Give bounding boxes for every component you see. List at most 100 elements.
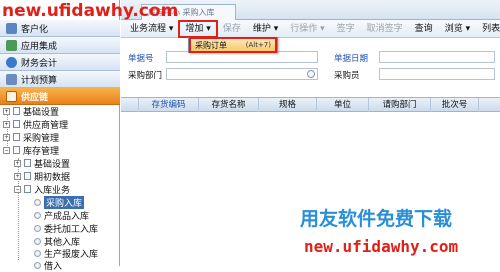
buyer-label: 采购员 bbox=[334, 71, 360, 81]
doc-date-field[interactable] bbox=[379, 51, 495, 63]
leaf-node-icon bbox=[34, 211, 41, 219]
nav-header-supply-chain[interactable]: 供应链 bbox=[0, 88, 120, 105]
tree-item-outsource-inbound[interactable]: 委托加工入库 bbox=[34, 222, 99, 235]
tree-item-label: 基础设置 bbox=[23, 107, 60, 118]
leaf-node-icon bbox=[34, 261, 41, 269]
tree-item-purchase-mgmt[interactable]: + 采购管理 bbox=[3, 131, 60, 144]
folder-icon bbox=[13, 146, 20, 154]
filler-header bbox=[479, 98, 500, 112]
leaf-node-icon bbox=[34, 249, 41, 257]
list-display-button[interactable]: 列表显示 bbox=[477, 22, 500, 36]
column-header[interactable]: 存货名称 bbox=[199, 98, 259, 112]
collapse-icon[interactable]: − bbox=[14, 185, 21, 193]
column-header[interactable]: 规格 bbox=[259, 98, 317, 112]
button-label: 行操作 bbox=[290, 23, 318, 34]
tree-item-production-return[interactable]: 生产报废入库 bbox=[34, 247, 98, 260]
button-label: 增加 bbox=[185, 23, 204, 34]
document-header-form: 单据号 单据日期 采购部门 采购员 bbox=[121, 39, 500, 89]
browse-button[interactable]: 浏览 ▾ bbox=[440, 22, 475, 36]
save-button[interactable]: 保存 bbox=[218, 22, 246, 36]
nav-header-customer[interactable]: 客户化 bbox=[0, 20, 120, 37]
tree-item-label: 借入 bbox=[44, 261, 63, 272]
leaf-node-icon bbox=[34, 237, 41, 245]
expand-icon[interactable]: + bbox=[14, 172, 21, 180]
leaf-node-icon bbox=[34, 224, 41, 232]
tree-item-borrow-in[interactable]: 借入 bbox=[34, 259, 63, 272]
tree-item-basic-settings[interactable]: + 基础设置 bbox=[3, 105, 60, 118]
tree-item-stock-basic-settings[interactable]: + 基础设置 bbox=[14, 157, 71, 170]
expand-icon[interactable]: + bbox=[3, 120, 10, 128]
add-dropdown-menu: 采购订单 (Alt+7) bbox=[188, 37, 278, 53]
nav-header-budget[interactable]: 计划预算 bbox=[0, 71, 120, 88]
tree-item-supplier-mgmt[interactable]: + 供应商管理 bbox=[3, 118, 69, 131]
tree-item-label: 供应商管理 bbox=[23, 120, 69, 131]
watermark-bottom-url: new.ufidawhy.com bbox=[304, 237, 459, 256]
purchase-dept-label: 采购部门 bbox=[128, 71, 163, 81]
buyer-field[interactable] bbox=[379, 68, 495, 80]
tree-item-label: 基础设置 bbox=[34, 159, 71, 170]
menu-item-label: 采购订单 bbox=[195, 40, 227, 50]
menu-item-shortcut: (Alt+7) bbox=[245, 41, 271, 49]
button-label: 浏览 bbox=[444, 23, 463, 34]
column-header[interactable]: 请购部门 bbox=[369, 98, 431, 112]
cancel-sign-button[interactable]: 取消签字 bbox=[362, 22, 408, 36]
watermark-slogan: 用友软件免费下载 bbox=[300, 208, 453, 230]
lookup-icon[interactable] bbox=[307, 70, 315, 78]
maintain-button[interactable]: 维护 ▾ bbox=[248, 22, 283, 36]
nav-header-label: 客户化 bbox=[21, 24, 49, 35]
tree-item-label: 产成品入库 bbox=[44, 211, 90, 222]
tree-item-product-inbound[interactable]: 产成品入库 bbox=[34, 209, 90, 222]
expand-icon[interactable]: + bbox=[3, 107, 10, 115]
expand-icon[interactable]: + bbox=[14, 159, 21, 167]
navigation-panel: 客户化 应用集成 财务会计 计划预算 供应链 + 基础设置 + 供应商管理 + … bbox=[0, 0, 120, 272]
nav-header-label: 应用集成 bbox=[21, 41, 58, 52]
tree-item-purchase-inbound[interactable]: 采购入库 bbox=[34, 195, 85, 209]
nav-header-finance[interactable]: 财务会计 bbox=[0, 54, 120, 71]
collapse-icon[interactable]: − bbox=[3, 146, 10, 154]
tree-item-label: 采购入库 bbox=[44, 195, 85, 209]
grid-header: 存货编码 存货名称 规格 单位 请购部门 批次号 bbox=[121, 98, 500, 112]
doc-no-label: 单据号 bbox=[128, 54, 154, 64]
folder-icon bbox=[24, 172, 31, 180]
doc-date-label: 单据日期 bbox=[334, 54, 369, 64]
folder-icon bbox=[13, 120, 20, 128]
business-flow-button[interactable]: 业务流程 ▾ bbox=[125, 22, 178, 36]
column-header[interactable]: 单位 bbox=[317, 98, 369, 112]
nav-header-label: 财务会计 bbox=[21, 58, 58, 69]
tree-item-label: 采购管理 bbox=[23, 133, 60, 144]
tree-item-label: 入库业务 bbox=[34, 185, 71, 196]
folder-icon bbox=[24, 185, 31, 193]
folder-icon bbox=[13, 133, 20, 141]
purchase-dept-field[interactable] bbox=[166, 68, 318, 80]
add-button[interactable]: 增加 ▾ bbox=[178, 19, 218, 38]
supply-chain-icon bbox=[6, 90, 17, 102]
query-button[interactable]: 查询 bbox=[410, 22, 438, 36]
column-header[interactable]: 批次号 bbox=[431, 98, 479, 112]
row-number-header bbox=[121, 98, 139, 112]
tree-item-initial-data[interactable]: + 期初数据 bbox=[14, 170, 71, 183]
nav-header-integration[interactable]: 应用集成 bbox=[0, 37, 120, 54]
folder-icon bbox=[13, 107, 20, 115]
sign-button[interactable]: 签字 bbox=[332, 22, 360, 36]
tree-item-label: 期初数据 bbox=[34, 172, 71, 183]
menu-item-purchase-order[interactable]: 采购订单 (Alt+7) bbox=[189, 37, 277, 53]
expand-icon[interactable]: + bbox=[3, 133, 10, 141]
integration-icon bbox=[6, 39, 17, 51]
finance-icon bbox=[6, 56, 17, 68]
watermark-top-url: new.ufidawhy.com bbox=[2, 1, 179, 21]
tree-item-label: 库存管理 bbox=[23, 146, 60, 157]
nav-header-label: 计划预算 bbox=[21, 75, 58, 86]
tree-item-label: 委托加工入库 bbox=[44, 224, 99, 235]
tree-item-stock-mgmt[interactable]: − 库存管理 bbox=[3, 144, 60, 157]
line-operation-button[interactable]: 行操作 ▾ bbox=[285, 22, 329, 36]
tree-item-other-inbound[interactable]: 其他入库 bbox=[34, 235, 80, 248]
nav-header-label: 供应链 bbox=[21, 92, 49, 103]
column-header[interactable]: 存货编码 bbox=[139, 98, 199, 112]
tree-item-inbound-business[interactable]: − 入库业务 bbox=[14, 183, 71, 196]
folder-icon bbox=[24, 159, 31, 167]
budget-icon bbox=[6, 73, 17, 85]
customer-icon bbox=[6, 22, 17, 34]
button-label: 业务流程 bbox=[130, 23, 167, 34]
button-label: 维护 bbox=[252, 23, 271, 34]
main-toolbar: 业务流程 ▾ 增加 ▾ 保存 维护 ▾ 行操作 ▾ 签字 取消签字 查询 浏览 … bbox=[121, 19, 500, 38]
